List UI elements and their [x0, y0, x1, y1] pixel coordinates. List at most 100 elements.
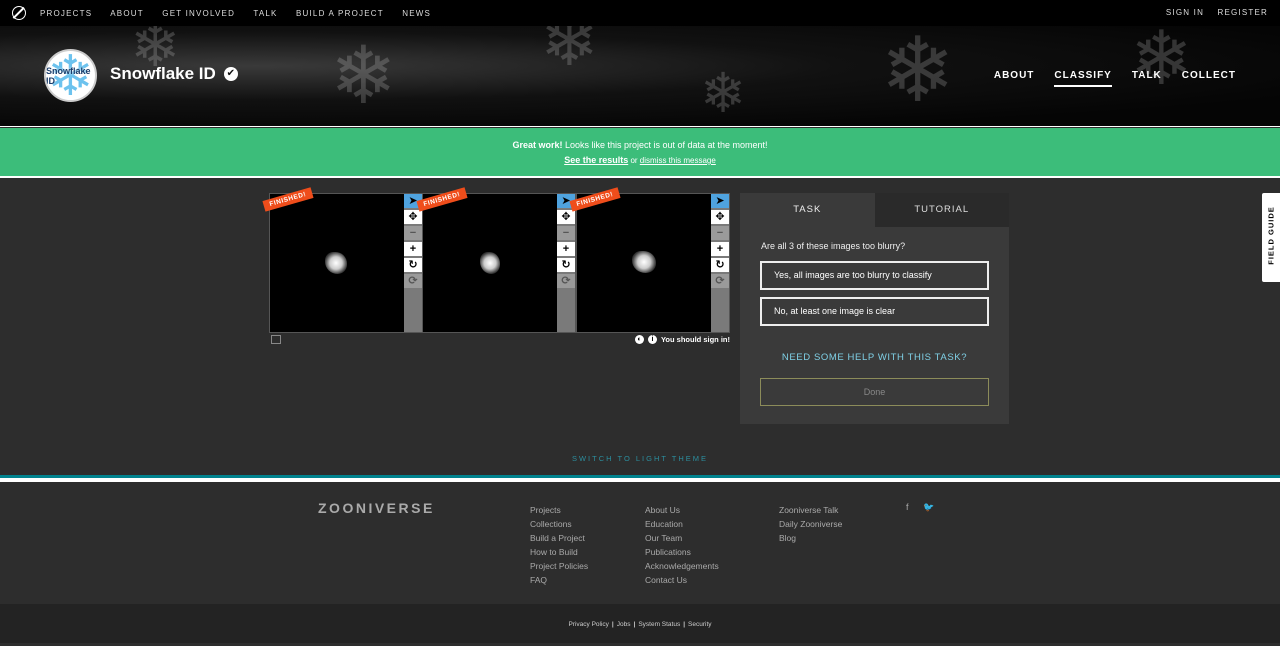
zoom-out-icon[interactable]: − — [404, 226, 422, 240]
footer-link[interactable]: Projects — [530, 503, 588, 517]
background-snowflake-icon: ❄ — [880, 26, 956, 121]
contrast-icon[interactable]: ◐ — [634, 335, 644, 344]
rotate-icon[interactable]: ↻ — [557, 258, 575, 272]
task-help-link[interactable]: NEED SOME HELP WITH THIS TASK? — [740, 352, 1009, 363]
tab-task[interactable]: TASK — [740, 193, 875, 227]
field-guide-tab[interactable]: FIELD GUIDE — [1262, 193, 1280, 282]
rotate-icon[interactable]: ↻ — [404, 258, 422, 272]
project-nav-collect[interactable]: COLLECT — [1182, 70, 1236, 87]
project-avatar[interactable]: ❄ Snowflake ID — [44, 49, 97, 102]
nav-get-involved[interactable]: GET INVOLVED — [162, 9, 235, 18]
banner-bold-text: Great work! — [512, 140, 563, 150]
info-icon[interactable]: i — [647, 335, 657, 344]
viewer-info: ◐ i You should sign in! — [634, 335, 730, 344]
switch-theme-link[interactable]: SWITCH TO LIGHT THEME — [0, 454, 1280, 463]
snowflake-image — [632, 251, 656, 273]
footer-link[interactable]: Project Policies — [530, 559, 588, 573]
subject-frame-3[interactable]: ➤ ✥ − + ↻ ⟳ — [576, 193, 730, 333]
zoom-in-icon[interactable]: + — [557, 242, 575, 256]
background-snowflake-icon: ❄ — [330, 31, 398, 120]
footer-link[interactable]: About Us — [645, 503, 719, 517]
filmstrip-icon[interactable] — [271, 335, 281, 344]
move-icon[interactable]: ✥ — [404, 210, 422, 224]
zoom-out-icon[interactable]: − — [557, 226, 575, 240]
top-navigation: PROJECTS ABOUT GET INVOLVED TALK BUILD A… — [0, 0, 1280, 26]
subject-image[interactable] — [270, 194, 404, 332]
subject-viewer: ➤ ✥ − + ↻ ⟳ ➤ ✥ − + ↻ ⟳ ➤ ✥ − + ↻ ⟳ FINI… — [262, 187, 730, 333]
see-results-link[interactable]: See the results — [564, 155, 628, 165]
background-snowflake-icon: ❄ — [540, 26, 599, 80]
nav-talk[interactable]: TALK — [253, 9, 277, 18]
separator: | — [683, 621, 686, 628]
footer-link[interactable]: Zooniverse Talk — [779, 503, 842, 517]
answer-yes-button[interactable]: Yes, all images are too blurry to classi… — [760, 261, 989, 290]
facebook-icon[interactable]: f — [906, 502, 909, 512]
register-link[interactable]: REGISTER — [1218, 8, 1269, 17]
zooniverse-logo-icon[interactable] — [12, 6, 26, 20]
tab-tutorial[interactable]: TUTORIAL — [874, 193, 1009, 227]
auth-links: SIGN IN REGISTER — [1156, 8, 1268, 17]
viewer-footer: ◐ i You should sign in! — [269, 335, 730, 347]
footer-link[interactable]: Build a Project — [530, 531, 588, 545]
answer-no-button[interactable]: No, at least one image is clear — [760, 297, 989, 326]
footer-column-2: About Us Education Our Team Publications… — [645, 503, 719, 587]
footer-link[interactable]: Contact Us — [645, 573, 719, 587]
reset-icon[interactable]: ⟳ — [711, 274, 729, 288]
system-status-link[interactable]: System Status — [638, 621, 680, 628]
task-question: Are all 3 of these images too blurry? — [761, 241, 906, 251]
zoom-in-icon[interactable]: + — [404, 242, 422, 256]
footer-link[interactable]: Acknowledgements — [645, 559, 719, 573]
separator: | — [611, 621, 614, 628]
project-nav: ABOUT CLASSIFY TALK COLLECT — [974, 70, 1236, 87]
footer-bottom-bar: Privacy Policy | Jobs | System Status | Securi… — [0, 604, 1280, 643]
zoom-in-icon[interactable]: + — [711, 242, 729, 256]
security-link[interactable]: Security — [688, 621, 711, 628]
separator: | — [633, 621, 636, 628]
footer-column-1: Projects Collections Build a Project How… — [530, 503, 588, 587]
footer-link[interactable]: Collections — [530, 517, 588, 531]
footer-link[interactable]: Education — [645, 517, 719, 531]
reset-icon[interactable]: ⟳ — [404, 274, 422, 288]
project-nav-classify[interactable]: CLASSIFY — [1054, 70, 1112, 87]
project-nav-about[interactable]: ABOUT — [994, 70, 1035, 87]
nav-projects[interactable]: PROJECTS — [40, 9, 92, 18]
site-footer: ZOONIVERSE Projects Collections Build a … — [0, 482, 1280, 604]
done-button[interactable]: Done — [760, 378, 989, 406]
footer-link[interactable]: Our Team — [645, 531, 719, 545]
reset-icon[interactable]: ⟳ — [557, 274, 575, 288]
out-of-data-banner: Great work! Looks like this project is o… — [0, 128, 1280, 178]
subject-frame-2[interactable]: ➤ ✥ − + ↻ ⟳ — [422, 193, 576, 333]
sign-in-link[interactable]: SIGN IN — [1166, 8, 1204, 17]
footer-link[interactable]: Daily Zooniverse — [779, 517, 842, 531]
zooniverse-logo[interactable]: ZOONIVERSE — [318, 500, 435, 516]
pointer-icon[interactable]: ➤ — [711, 194, 729, 208]
nav-news[interactable]: NEWS — [402, 9, 431, 18]
rotate-icon[interactable]: ↻ — [711, 258, 729, 272]
footer-link[interactable]: How to Build — [530, 545, 588, 559]
top-nav-links: PROJECTS ABOUT GET INVOLVED TALK BUILD A… — [40, 9, 446, 18]
banner-line-2: See the results or dismiss this message — [0, 155, 1280, 165]
project-title[interactable]: Snowflake ID ✔ — [110, 64, 238, 84]
subject-image[interactable] — [577, 194, 711, 332]
footer-link[interactable]: Blog — [779, 531, 842, 545]
background-snowflake-icon: ❄ — [700, 62, 747, 124]
footer-link[interactable]: Publications — [645, 545, 719, 559]
move-icon[interactable]: ✥ — [711, 210, 729, 224]
subject-image[interactable] — [423, 194, 557, 332]
move-icon[interactable]: ✥ — [557, 210, 575, 224]
task-panel: TASK TUTORIAL Are all 3 of these images … — [740, 193, 1009, 424]
footer-link[interactable]: FAQ — [530, 573, 588, 587]
sign-in-note: You should sign in! — [660, 335, 730, 344]
banner-or-text: or — [628, 156, 640, 165]
project-nav-talk[interactable]: TALK — [1132, 70, 1162, 87]
task-tabs: TASK TUTORIAL — [740, 193, 1009, 227]
subject-frame-1[interactable]: ➤ ✥ − + ↻ ⟳ — [269, 193, 423, 333]
twitter-icon[interactable]: 🐦 — [923, 502, 934, 512]
dismiss-message-link[interactable]: dismiss this message — [640, 156, 716, 165]
image-tools: ➤ ✥ − + ↻ ⟳ — [711, 194, 729, 332]
jobs-link[interactable]: Jobs — [617, 621, 631, 628]
privacy-policy-link[interactable]: Privacy Policy — [568, 621, 608, 628]
zoom-out-icon[interactable]: − — [711, 226, 729, 240]
nav-about[interactable]: ABOUT — [110, 9, 144, 18]
nav-build-a-project[interactable]: BUILD A PROJECT — [296, 9, 384, 18]
